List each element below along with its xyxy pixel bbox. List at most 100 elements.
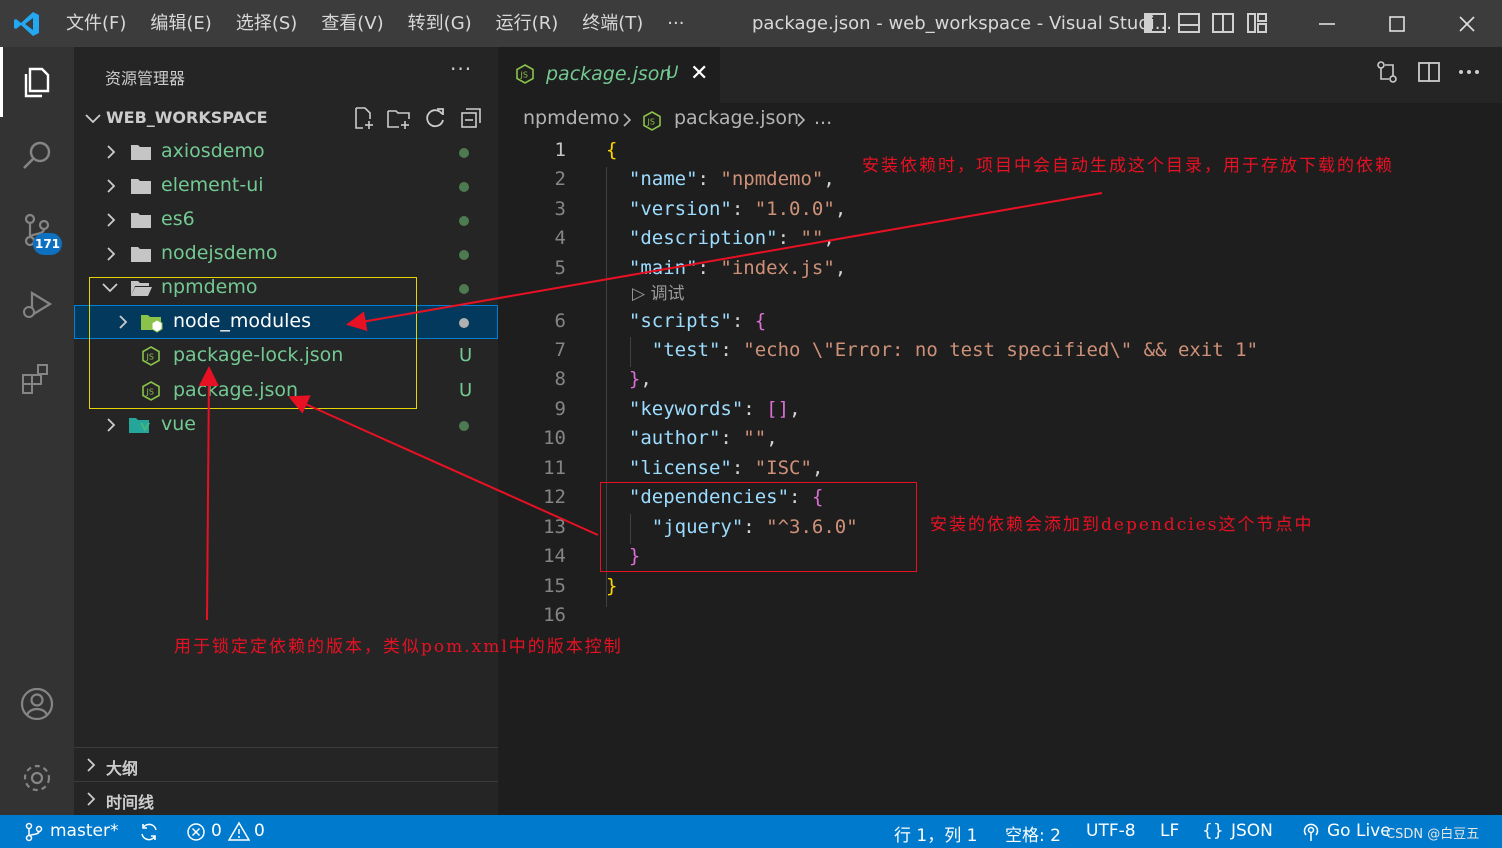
layout-controls xyxy=(1142,10,1270,36)
cursor-position[interactable]: 行 1，列 1 xyxy=(894,821,977,846)
menu-more[interactable]: ··· xyxy=(655,0,696,47)
menu-selection[interactable]: 选择(S) xyxy=(224,0,309,47)
breadcrumb-symbol[interactable]: ... xyxy=(814,107,832,129)
close-window-button[interactable] xyxy=(1432,0,1502,47)
language-mode[interactable]: JSON xyxy=(1231,821,1273,841)
tree-folder-nodejsdemo[interactable]: nodejsdemo xyxy=(74,237,498,271)
tree-folder-axiosdemo[interactable]: axiosdemo xyxy=(74,135,498,169)
warning-count[interactable]: 0 xyxy=(254,821,265,841)
code-line: "dependencies": { xyxy=(628,486,824,508)
collapse-all-icon[interactable] xyxy=(458,105,484,131)
run-debug-button[interactable] xyxy=(0,269,74,339)
menu-edit[interactable]: 编辑(E) xyxy=(138,0,223,47)
customize-layout-icon[interactable] xyxy=(1244,10,1270,36)
menu-terminal[interactable]: 终端(T) xyxy=(570,0,655,47)
tree-file-package-json[interactable]: JS package.json U xyxy=(74,374,498,408)
workspace-actions xyxy=(350,105,484,131)
nodejs-file-icon: JS xyxy=(516,64,534,84)
svg-text:JS: JS xyxy=(146,388,154,397)
tree-file-package-lock[interactable]: JS package-lock.json U xyxy=(74,339,498,373)
breadcrumb-folder[interactable]: npmdemo xyxy=(523,107,620,129)
accounts-button[interactable] xyxy=(0,669,74,739)
new-file-icon[interactable] xyxy=(350,105,376,131)
svg-text:JS: JS xyxy=(146,353,154,362)
explorer-more-button[interactable]: ··· xyxy=(450,57,472,81)
menu-run[interactable]: 运行(R) xyxy=(484,0,571,47)
explorer-button[interactable] xyxy=(0,47,74,117)
code-editor[interactable]: 1 2 3 4 5 6 7 8 9 10 11 12 13 14 15 16 {… xyxy=(498,137,1502,815)
tab-package-json[interactable]: JS package.json U ✕ xyxy=(498,47,720,103)
sync-icon[interactable] xyxy=(138,821,160,843)
node-folder-icon xyxy=(141,315,163,333)
more-actions-icon[interactable] xyxy=(1456,59,1482,85)
search-button[interactable] xyxy=(0,121,74,191)
breadcrumb-file[interactable]: package.json xyxy=(674,107,799,129)
folder-icon xyxy=(131,247,151,262)
chevron-down-icon xyxy=(102,283,118,293)
editor-tab-bar: JS package.json U ✕ xyxy=(498,47,1502,103)
broadcast-icon xyxy=(1303,823,1319,841)
tree-label: nodejsdemo xyxy=(161,242,278,264)
new-folder-icon[interactable] xyxy=(386,105,412,131)
split-editor-icon[interactable] xyxy=(1416,59,1442,85)
explorer-sidebar: 资源管理器 ··· WEB_WORKSPACE axiosdemo elemen… xyxy=(74,47,498,815)
chevron-right-icon xyxy=(107,418,116,432)
watermark-text: CSDN @白豆五 xyxy=(1386,827,1480,842)
chevron-right-icon xyxy=(107,179,116,193)
tree-folder-es6[interactable]: es6 xyxy=(74,203,498,237)
workspace-header[interactable]: WEB_WORKSPACE xyxy=(74,105,498,133)
codelens-label: 调试 xyxy=(650,284,685,304)
annotation-package-lock: 用于锁定定依赖的版本，类似pom.xml中的版本控制 xyxy=(174,637,623,657)
minimize-button[interactable] xyxy=(1292,0,1362,47)
vue-folder-icon xyxy=(129,418,150,433)
run-debug-icon xyxy=(23,291,53,318)
extensions-icon xyxy=(22,364,48,394)
toggle-primary-sidebar-icon[interactable] xyxy=(1142,10,1168,36)
maximize-icon xyxy=(1389,15,1405,32)
go-live-button[interactable]: Go Live xyxy=(1327,821,1391,841)
line-number: 13 xyxy=(543,516,566,538)
git-branch[interactable]: master* xyxy=(50,821,118,841)
tree-label: node_modules xyxy=(173,310,312,332)
code-line: "jquery": "^3.6.0" xyxy=(651,516,858,538)
tab-label: package.json xyxy=(546,63,672,85)
debug-codelens[interactable]: ▷ 调试 xyxy=(632,279,684,304)
line-number: 6 xyxy=(554,310,566,332)
indentation[interactable]: 空格: 2 xyxy=(1005,821,1061,846)
line-number: 3 xyxy=(554,198,566,220)
tree-label: element-ui xyxy=(161,174,264,196)
tree-folder-vue[interactable]: vue xyxy=(74,408,498,442)
timeline-title: 时间线 xyxy=(106,793,155,812)
open-changes-icon[interactable] xyxy=(1374,59,1400,85)
refresh-icon[interactable] xyxy=(422,105,448,131)
extensions-button[interactable] xyxy=(0,343,74,413)
toggle-panel-icon[interactable] xyxy=(1176,10,1202,36)
toggle-secondary-sidebar-icon[interactable] xyxy=(1210,10,1236,36)
status-bar: master* 0 0 行 1，列 1 空格: 2 UTF-8 LF {} JS… xyxy=(0,815,1502,848)
source-control-button[interactable] xyxy=(0,195,74,265)
end-of-line[interactable]: LF xyxy=(1160,821,1179,841)
tree-folder-node-modules[interactable]: node_modules xyxy=(74,305,498,339)
tab-close-icon[interactable]: ✕ xyxy=(690,61,708,86)
tree-folder-npmdemo[interactable]: npmdemo xyxy=(74,271,498,305)
status-dot xyxy=(459,148,469,158)
chevron-right-icon xyxy=(797,113,806,127)
menu-file[interactable]: 文件(F) xyxy=(54,0,138,47)
chevron-right-icon xyxy=(107,145,116,159)
outline-section[interactable]: 大纲 xyxy=(74,747,498,781)
encoding[interactable]: UTF-8 xyxy=(1086,821,1136,841)
code-line: "main": "index.js", xyxy=(628,257,847,279)
git-branch-icon xyxy=(25,822,43,842)
code-line: } xyxy=(606,575,618,597)
code-line: "name": "npmdemo", xyxy=(628,168,835,190)
maximize-button[interactable] xyxy=(1362,0,1432,47)
timeline-section[interactable]: 时间线 xyxy=(74,781,498,815)
tree-folder-element-ui[interactable]: element-ui xyxy=(74,169,498,203)
menu-go[interactable]: 转到(G) xyxy=(396,0,484,47)
menu-view[interactable]: 查看(V) xyxy=(309,0,395,47)
manage-button[interactable] xyxy=(0,743,74,813)
breadcrumb: npmdemo JS package.json ... xyxy=(498,103,1502,137)
svg-text:JS: JS xyxy=(647,118,655,127)
error-count[interactable]: 0 xyxy=(211,821,222,841)
code-line: "description": "", xyxy=(628,227,835,249)
